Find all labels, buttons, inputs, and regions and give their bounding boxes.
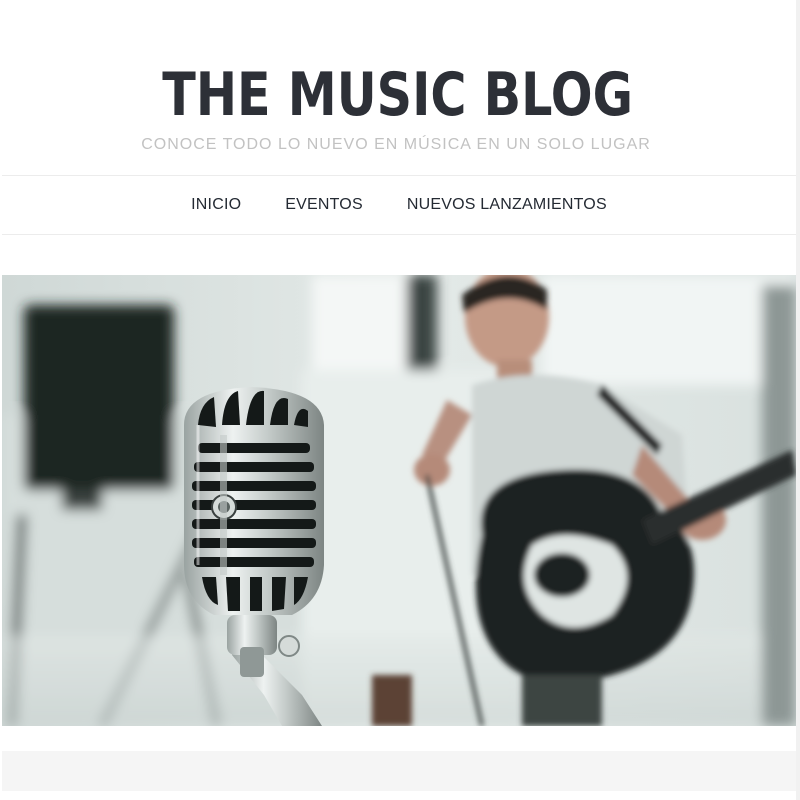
- hero-photo: [2, 275, 796, 726]
- page: THE MUSIC BLOG CONOCE TODO LO NUEVO EN M…: [0, 0, 800, 800]
- nav-divider: [2, 234, 796, 235]
- nav-item-nuevos-lanzamientos[interactable]: NUEVOS LANZAMIENTOS: [385, 195, 629, 215]
- site-title[interactable]: THE MUSIC BLOG: [71, 58, 724, 132]
- content-strip: [2, 751, 796, 791]
- nav-item-eventos[interactable]: EVENTOS: [263, 195, 385, 215]
- hero-image[interactable]: [2, 275, 796, 726]
- site-tagline: CONOCE TODO LO NUEVO EN MÚSICA EN UN SOL…: [141, 136, 651, 153]
- nav-item-inicio[interactable]: INICIO: [169, 195, 263, 215]
- main-nav: INICIO EVENTOS NUEVOS LANZAMIENTOS: [2, 176, 796, 234]
